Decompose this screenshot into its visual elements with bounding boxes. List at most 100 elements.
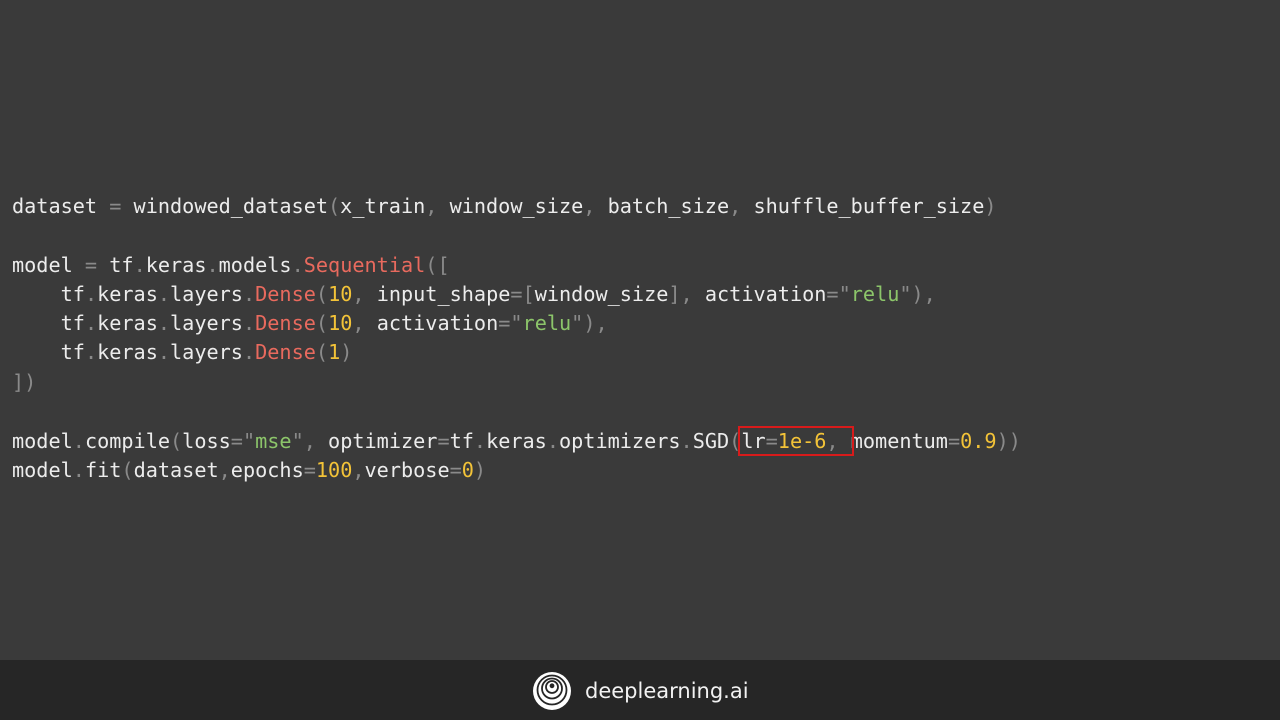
code-token: windowed_dataset (133, 194, 329, 218)
code-token: ], (668, 282, 705, 306)
code-token: . (291, 253, 304, 277)
code-token: ]) (12, 370, 37, 394)
code-token: window_size (449, 194, 584, 218)
code-token: tf (60, 311, 85, 335)
code-block: dataset = windowed_dataset(x_train, wind… (12, 0, 1021, 482)
code-token: model (12, 253, 73, 277)
code-token: = (947, 429, 961, 453)
code-token: = (72, 253, 110, 277)
code-token: , (826, 429, 851, 453)
code-token: ) (984, 194, 997, 218)
code-token: model (12, 458, 73, 482)
code-token: Dense (255, 282, 316, 306)
code-token: ( (170, 429, 183, 453)
code-token: input_shape (376, 282, 511, 306)
code-token: mse (255, 429, 292, 453)
code-token: , (352, 311, 377, 335)
code-token: . (157, 340, 171, 364)
code-token: , (583, 194, 608, 218)
code-token: ) (340, 340, 353, 364)
code-token: . (546, 429, 559, 453)
code-token: . (242, 282, 256, 306)
code-token: ( (315, 282, 329, 306)
code-token: keras (97, 340, 158, 364)
code-token: 10 (328, 282, 353, 306)
code-token: Dense (255, 311, 316, 335)
code-token: models (218, 253, 292, 277)
code-token: =" (826, 282, 851, 306)
code-token: keras (145, 253, 207, 277)
brand: deeplearning.ai (532, 670, 749, 712)
code-token: . (157, 311, 171, 335)
code-token: layers (170, 340, 243, 364)
footer-bar: deeplearning.ai (0, 660, 1280, 720)
code-line-dataset: dataset = windowed_dataset(x_train, wind… (12, 192, 997, 221)
code-token: . (84, 282, 98, 306)
code-token: SGD (692, 429, 730, 453)
code-token: dataset (133, 458, 219, 482)
code-line-model-sequential: model = tf.keras.models.Sequential([ (12, 251, 450, 280)
code-token: . (206, 253, 219, 277)
code-line-dense-3: tf.keras.layers.Dense(1) (12, 338, 353, 367)
code-token: . (242, 311, 256, 335)
code-token: tf (449, 429, 474, 453)
code-token: ( (315, 311, 329, 335)
code-token: optimizer (328, 429, 438, 453)
code-token: ( (328, 194, 341, 218)
slide: dataset = windowed_dataset(x_train, wind… (0, 0, 1280, 660)
code-token: ( (729, 429, 742, 453)
code-token: ([ (425, 253, 450, 277)
code-token: fit (84, 458, 122, 482)
code-token: 10 (328, 311, 353, 335)
code-token: . (157, 282, 171, 306)
code-token: 0 (461, 458, 474, 482)
code-token: dataset (12, 194, 98, 218)
code-token: = (97, 194, 134, 218)
code-token: = (437, 429, 450, 453)
code-token: relu (522, 311, 572, 335)
code-token: window_size (534, 282, 669, 306)
code-token: ", (291, 429, 329, 453)
code-token: =" (230, 429, 256, 453)
code-token: tf (60, 282, 85, 306)
code-token: , (729, 194, 754, 218)
code-token: . (473, 429, 487, 453)
code-token: . (133, 253, 146, 277)
code-token: . (72, 429, 85, 453)
code-token: relu (850, 282, 900, 306)
code-token: "), (571, 311, 608, 335)
code-token: . (680, 429, 693, 453)
code-token: , (352, 458, 365, 482)
code-token: 0.9 (960, 429, 997, 453)
code-token: . (84, 340, 98, 364)
code-token: . (72, 458, 85, 482)
code-token: keras (486, 429, 547, 453)
code-line-compile: model.compile(loss="mse", optimizer=tf.k… (12, 426, 1021, 456)
code-token: Dense (255, 340, 316, 364)
code-token: model (12, 429, 73, 453)
code-token: 1e-6 (777, 429, 827, 453)
code-token: batch_size (607, 194, 730, 218)
code-token: compile (84, 429, 171, 453)
code-token: ( (315, 340, 329, 364)
code-token: keras (97, 282, 158, 306)
code-token: 1 (328, 340, 341, 364)
code-token: verbose (364, 458, 450, 482)
code-token: tf (60, 340, 85, 364)
brand-name: deeplearning.ai (585, 679, 749, 703)
deeplearning-ai-logo-icon (533, 672, 571, 710)
highlighted-lr-box: lr=1e-6, (738, 426, 854, 456)
code-token: = (449, 458, 462, 482)
code-line-dense-2: tf.keras.layers.Dense(10, activation="re… (12, 309, 608, 338)
code-token: =" (498, 311, 523, 335)
code-token: Sequential (303, 253, 426, 277)
code-token: = (765, 429, 778, 453)
code-token: . (242, 340, 256, 364)
code-token: . (84, 311, 98, 335)
code-token: layers (170, 282, 243, 306)
code-token: 100 (315, 458, 353, 482)
code-token: , (352, 282, 377, 306)
